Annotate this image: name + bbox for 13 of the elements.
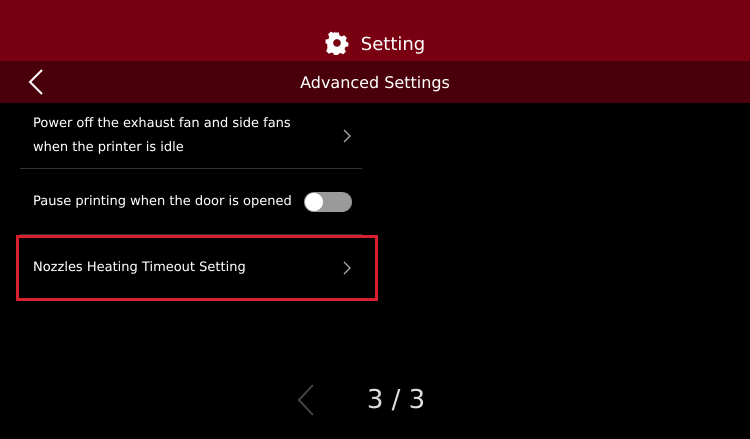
setting-row[interactable]: Pause printing when the door is opened [20,169,362,235]
setting-row[interactable]: Power off the exhaust fan and side fans when the printer is idle [20,103,362,169]
chevron-right-icon [342,260,352,276]
setting-label: Pause printing when the door is opened [33,192,292,210]
highlighted-setting-row[interactable]: Nozzles Heating Timeout Setting [16,235,378,301]
toggle-switch[interactable] [304,192,352,212]
setting-label: Power off the exhaust fan and side fans when the printer is idle [33,114,292,156]
page-title: Advanced Settings [300,72,450,92]
gear-icon [324,31,349,55]
chevron-right-icon [342,128,352,144]
page-indicator: 3 / 3 [366,385,426,415]
setting-label: Nozzles Heating Timeout Setting [33,258,246,276]
screen-title: Setting [360,34,426,55]
